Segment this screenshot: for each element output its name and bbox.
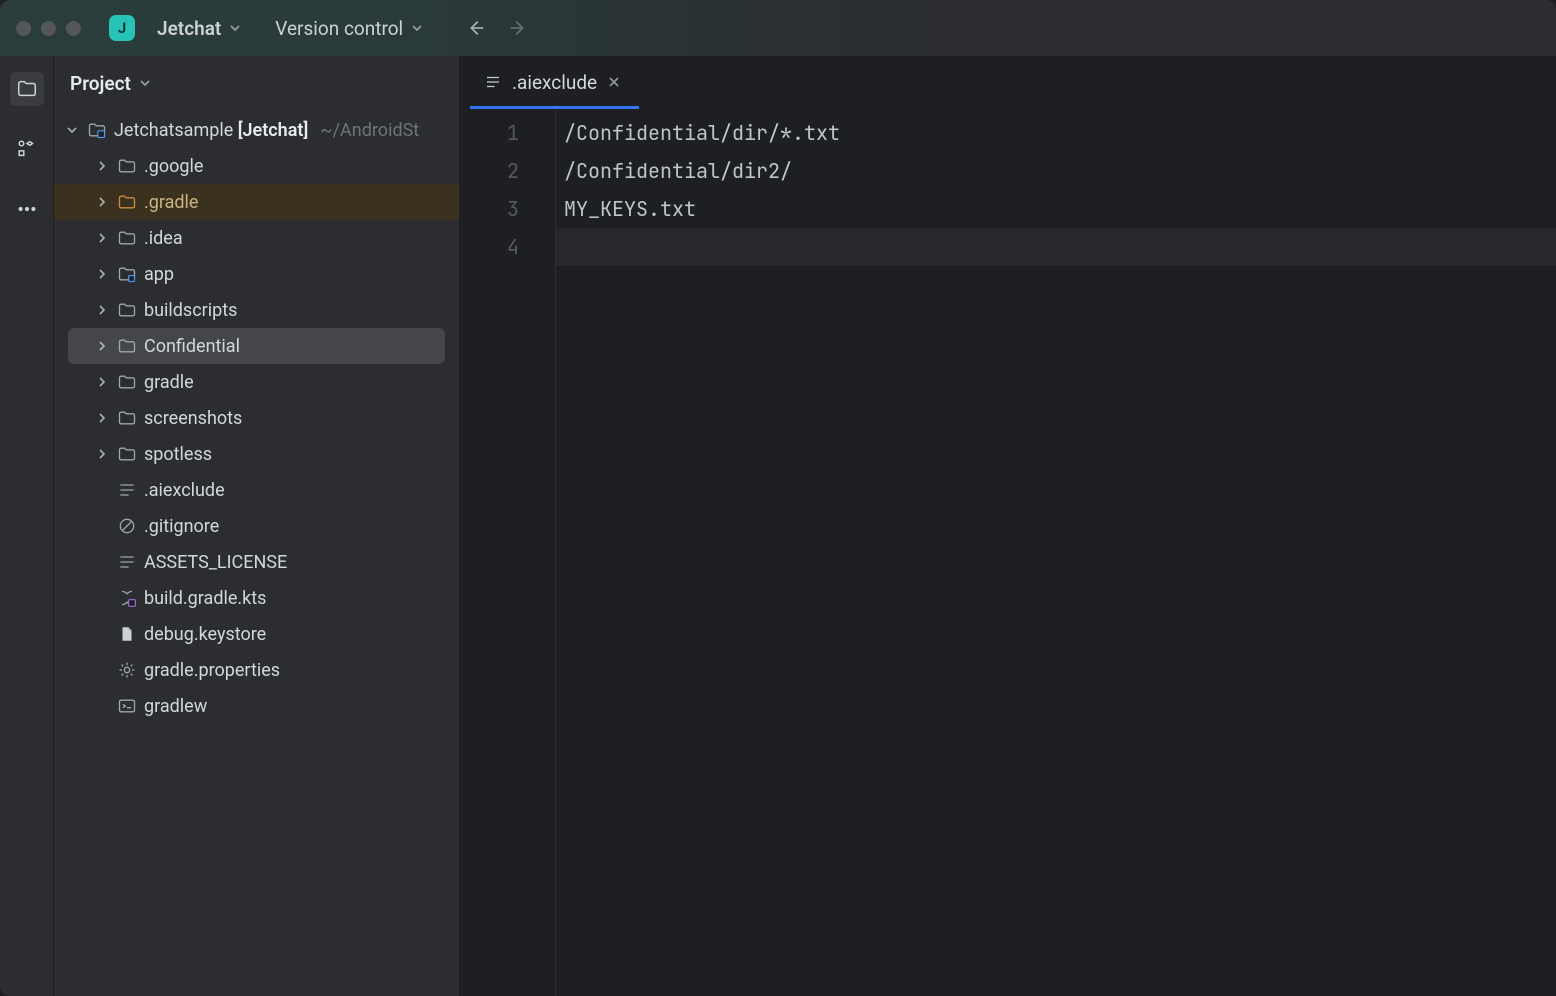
tool-rail: [0, 56, 54, 996]
tree-item[interactable]: buildscripts: [54, 292, 459, 328]
vcs-selector[interactable]: Version control: [269, 13, 429, 44]
titlebar: J Jetchat Version control: [0, 0, 1556, 56]
module-icon: [116, 263, 138, 285]
code-line[interactable]: MY_KEYS.txt: [556, 190, 1556, 228]
kts-icon: [116, 587, 138, 609]
tree-node-label: app: [144, 264, 174, 285]
project-badge[interactable]: J: [109, 15, 135, 41]
tree-node-label: .google: [144, 156, 203, 177]
tree-node-label: spotless: [144, 444, 212, 465]
folder-icon: [116, 155, 138, 177]
ignore-icon: [116, 515, 138, 537]
tree-node-path: ~/AndroidSt: [320, 120, 419, 141]
line-gutter: 1234: [460, 110, 556, 996]
chevron-down-icon: [139, 77, 151, 89]
tree-node-label: ASSETS_LICENSE: [144, 552, 287, 573]
close-icon[interactable]: [607, 75, 621, 89]
line-number: 4: [460, 228, 555, 266]
tree-item[interactable]: .idea: [54, 220, 459, 256]
term-icon: [116, 695, 138, 717]
tree-node-label: gradle: [144, 372, 194, 393]
code-content[interactable]: /Confidential/dir/*.txt/Confidential/dir…: [556, 110, 1556, 996]
code-line[interactable]: /Confidential/dir/*.txt: [556, 114, 1556, 152]
tree-node-label: Jetchatsample [Jetchat]: [114, 120, 308, 141]
tree-item[interactable]: app: [54, 256, 459, 292]
code-text: /Confidential/dir2/: [556, 152, 1556, 190]
tree-node-label: screenshots: [144, 408, 242, 429]
tree-item[interactable]: spotless: [54, 436, 459, 472]
tree-node-label: build.gradle.kts: [144, 588, 266, 609]
line-number: 2: [460, 152, 555, 190]
tree-node-label: Confidential: [144, 336, 240, 357]
editor-tab[interactable]: .aiexclude: [470, 55, 639, 109]
tree-item[interactable]: .aiexclude: [54, 472, 459, 508]
rail-structure-button[interactable]: [10, 132, 44, 166]
tree-node-label: debug.keystore: [144, 624, 266, 645]
chevron-down-icon: [229, 22, 241, 34]
more-icon: [16, 198, 38, 220]
vcs-label: Version control: [275, 17, 403, 40]
window-controls: [16, 21, 81, 36]
folder-icon: [116, 443, 138, 465]
tree-item[interactable]: build.gradle.kts: [54, 580, 459, 616]
code-line[interactable]: [556, 228, 1556, 266]
tree-node-label: buildscripts: [144, 300, 237, 321]
minimize-window-icon[interactable]: [41, 21, 56, 36]
structure-icon: [16, 138, 38, 160]
file-icon: [116, 623, 138, 645]
tree-node-label: gradle.properties: [144, 660, 280, 681]
folder-icon: [116, 371, 138, 393]
folder-icon: [116, 227, 138, 249]
tree-item[interactable]: gradle.properties: [54, 652, 459, 688]
line-number: 3: [460, 190, 555, 228]
tree-item[interactable]: .gitignore: [54, 508, 459, 544]
line-number: 1: [460, 114, 555, 152]
folder-icon: [116, 407, 138, 429]
tree-item[interactable]: debug.keystore: [54, 616, 459, 652]
tree-item[interactable]: ASSETS_LICENSE: [54, 544, 459, 580]
folder-icon: [16, 78, 38, 100]
code-text: /Confidential/dir/*.txt: [556, 114, 1556, 152]
editor-area: .aiexclude 1234 /Confidential/dir/*.txt/…: [460, 56, 1556, 996]
code-text: MY_KEYS.txt: [556, 190, 1556, 228]
project-folder-icon: [86, 119, 108, 141]
tree-node-label: gradlew: [144, 696, 207, 717]
project-tree[interactable]: Jetchatsample [Jetchat] ~/AndroidSt .googl…: [54, 110, 459, 996]
code-area: 1234 /Confidential/dir/*.txt/Confidentia…: [460, 110, 1556, 996]
project-name-label: Jetchat: [157, 17, 221, 40]
tree-node-label: .idea: [144, 228, 183, 249]
gear-icon: [116, 659, 138, 681]
tree-item[interactable]: Confidential: [68, 328, 445, 364]
tree-item[interactable]: screenshots: [54, 400, 459, 436]
nav-controls: [465, 17, 529, 39]
nav-forward-icon[interactable]: [507, 17, 529, 39]
text-icon: [116, 479, 138, 501]
close-window-icon[interactable]: [16, 21, 31, 36]
tree-item[interactable]: gradlew: [54, 688, 459, 724]
project-panel: Project Jetchatsample [Jetchat] ~/Android…: [54, 56, 460, 996]
folder-icon: [116, 335, 138, 357]
project-selector[interactable]: Jetchat: [151, 13, 247, 44]
code-line[interactable]: /Confidential/dir2/: [556, 152, 1556, 190]
tree-node-label: .aiexclude: [144, 480, 225, 501]
project-panel-header[interactable]: Project: [54, 56, 459, 110]
rail-project-button[interactable]: [10, 72, 44, 106]
folder-icon: [116, 191, 138, 213]
nav-back-icon[interactable]: [465, 17, 487, 39]
rail-more-button[interactable]: [10, 192, 44, 226]
tree-item[interactable]: gradle: [54, 364, 459, 400]
tree-node-label: .gradle: [144, 192, 198, 213]
tree-item[interactable]: .google: [54, 148, 459, 184]
chevron-down-icon: [411, 22, 423, 34]
folder-icon: [116, 299, 138, 321]
tree-root[interactable]: Jetchatsample [Jetchat] ~/AndroidSt: [54, 112, 459, 148]
tab-label: .aiexclude: [512, 71, 597, 94]
text-icon: [116, 551, 138, 573]
zoom-window-icon[interactable]: [66, 21, 81, 36]
editor-tabs: .aiexclude: [460, 56, 1556, 110]
tree-node-label: .gitignore: [144, 516, 219, 537]
text-file-icon: [484, 73, 502, 91]
panel-title: Project: [70, 72, 131, 95]
tree-item[interactable]: .gradle: [54, 184, 459, 220]
